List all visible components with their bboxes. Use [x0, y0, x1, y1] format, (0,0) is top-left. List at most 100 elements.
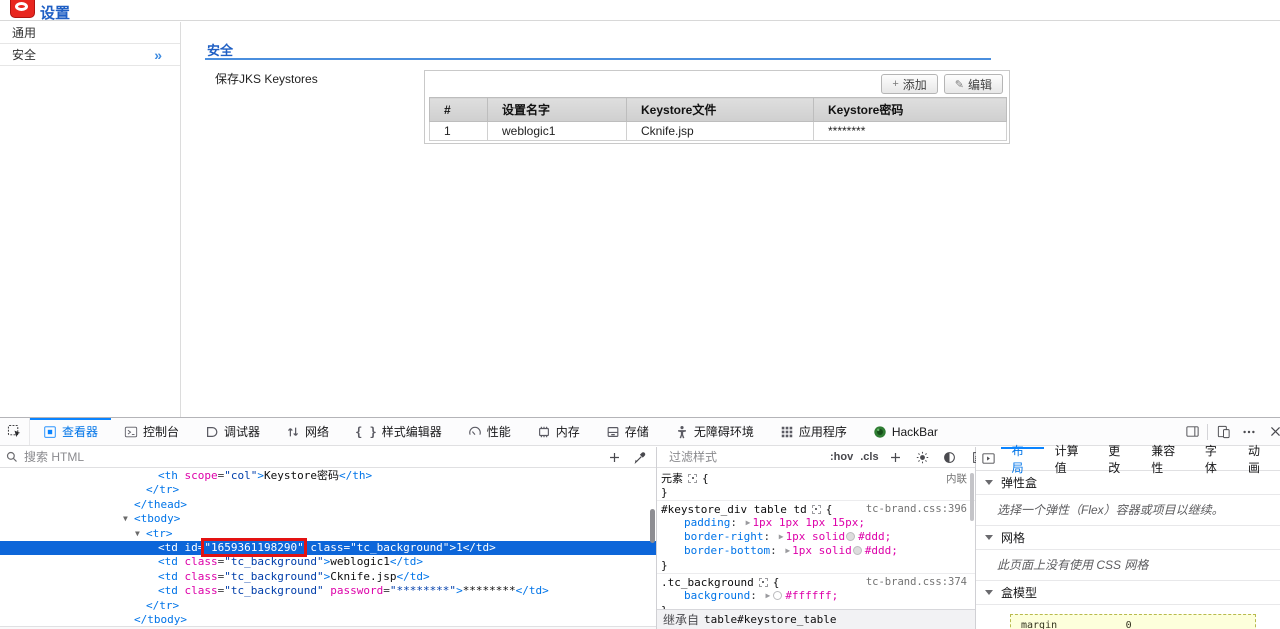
tab-animations[interactable]: 动画 [1237, 444, 1280, 475]
eyedropper-button[interactable] [630, 447, 650, 467]
tab-memory[interactable]: 内存 [524, 418, 593, 445]
markup-token: "tc_background" [350, 540, 450, 554]
open-brace: { [702, 471, 709, 485]
expander-icon[interactable]: ▶ [783, 546, 792, 555]
expander-icon[interactable]: ▶ [763, 591, 772, 600]
tab-debugger[interactable]: 调试器 [192, 418, 273, 445]
rules-list: 元素 { 内联 } #keystore_div table td { tc-br… [657, 468, 975, 617]
rules-scrollbar[interactable] [970, 473, 974, 521]
tab-inspector[interactable]: 查看器 [30, 418, 112, 445]
expander-icon[interactable]: ▶ [777, 532, 786, 541]
tab-layout[interactable]: 布局 [1000, 444, 1044, 475]
markup-token: <th [158, 469, 178, 482]
markup-line-selected[interactable]: <td id="1659361198290" class="tc_backgro… [0, 540, 656, 556]
highlight-selector-icon[interactable] [688, 473, 697, 483]
css-declaration[interactable]: border-bottom: ▶ 1px solid #ddd; [657, 544, 975, 558]
dock-side-button[interactable] [1179, 418, 1205, 445]
tab-accessibility[interactable]: 无障碍环境 [662, 418, 767, 445]
class-toggle[interactable]: .cls [860, 451, 878, 463]
twisty-icon[interactable]: ▼ [123, 512, 134, 526]
markup-token: <tbody> [134, 512, 181, 526]
rule-separator [657, 500, 975, 501]
markup-line[interactable]: ▼ <tbody> [0, 512, 656, 526]
boxmodel-section-header[interactable]: 盒模型 [976, 581, 1280, 605]
pseudo-class-toggle[interactable]: :hov [830, 451, 853, 463]
markup-token: Cknife.jsp [330, 569, 397, 583]
search-html-input[interactable] [24, 450, 598, 464]
sidebar-item-general[interactable]: 通用 [0, 22, 180, 44]
rule-header: .tc_background { tc-brand.css:374 [657, 575, 975, 589]
css-declaration[interactable]: border-right: ▶ 1px solid #ddd; [657, 530, 975, 544]
twisty-icon[interactable]: ▼ [135, 527, 146, 541]
tab-changes[interactable]: 更改 [1097, 444, 1140, 475]
add-button[interactable]: + 添加 [881, 74, 938, 94]
keystore-toolbar: + 添加 ✎ 编辑 [425, 71, 1009, 97]
markup-token: </tbody> [134, 612, 187, 626]
color-swatch[interactable] [773, 591, 783, 600]
pick-element-button[interactable] [0, 418, 30, 445]
table-row[interactable]: 1 weblogic1 Cknife.jsp ******** [429, 121, 1007, 141]
tab-computed[interactable]: 计算值 [1044, 444, 1098, 475]
section-underline [205, 58, 991, 60]
color-swatch[interactable] [846, 532, 856, 541]
markup-token: = [383, 584, 390, 598]
markup-token: </td> [515, 584, 549, 598]
light-theme-sim-button[interactable] [913, 447, 933, 467]
triangle-down-icon [985, 590, 993, 595]
accessibility-person-icon [675, 425, 689, 439]
css-declaration[interactable]: padding: ▶ 1px 1px 1px 15px; [657, 516, 975, 530]
cell-name: weblogic1 [487, 121, 627, 141]
markup-line[interactable]: ▼ <tr> [0, 527, 656, 541]
tab-fonts[interactable]: 字体 [1194, 444, 1237, 475]
highlight-selector-icon[interactable] [811, 504, 821, 514]
filter-styles-input[interactable] [669, 450, 824, 464]
tab-performance[interactable]: 性能 [455, 418, 524, 445]
tab-storage[interactable]: 存储 [593, 418, 662, 445]
tab-label: 应用程序 [798, 425, 847, 439]
tab-label: 控制台 [143, 425, 180, 439]
highlight-selector-icon[interactable] [758, 577, 768, 587]
rule-origin-inline[interactable]: 内联 [946, 471, 967, 486]
markup-line[interactable]: <td class="tc_background" password="****… [0, 584, 656, 598]
expand-sidebar-button[interactable] [976, 447, 1001, 470]
stylesheet-link[interactable]: tc-brand.css:374 [866, 576, 967, 588]
inherited-selector[interactable]: table#keystore_table [704, 613, 836, 626]
markup-line[interactable]: <th scope="col">Keystore密码</th> [0, 469, 656, 483]
sidebar-toggle-icon [982, 453, 995, 464]
markup-token: <td [158, 540, 178, 554]
tab-network[interactable]: 网络 [273, 418, 342, 445]
grid-empty-message: 此页面上没有使用 CSS 网格 [976, 550, 1280, 581]
markup-line[interactable]: <td class="tc_background">Cknife.jsp</td… [0, 570, 656, 584]
tab-console[interactable]: 控制台 [111, 418, 192, 445]
markup-line[interactable]: <td class="tc_background">weblogic1</td> [0, 555, 656, 569]
markup-line[interactable]: </tr> [0, 599, 656, 613]
markup-line[interactable]: </thead> [0, 498, 656, 512]
dark-theme-sim-button[interactable] [940, 447, 960, 467]
create-node-button[interactable] [604, 447, 624, 467]
rule-close: } [657, 558, 975, 572]
devtools: 查看器 控制台 调试器 网络 { } 样式编辑器 性能 内存 存储 无障碍环境 … [0, 417, 1280, 629]
boxmodel-margin-box[interactable]: margin 0 CSDN @jxggjoray [1010, 614, 1256, 629]
grid-section-header[interactable]: 网格 [976, 526, 1280, 550]
inspector-scrollbar[interactable] [650, 509, 655, 543]
markup-token: <td [158, 555, 178, 569]
css-declaration[interactable]: background: ▶ #ffffff; [657, 589, 975, 603]
sidebar-item-security[interactable]: 安全 » [0, 44, 180, 66]
tab-application[interactable]: 应用程序 [767, 418, 860, 445]
edit-button[interactable]: ✎ 编辑 [943, 74, 1003, 94]
plus-icon: + [892, 78, 899, 90]
add-rule-button[interactable] [886, 447, 906, 467]
margin-top-value[interactable]: 0 [1126, 620, 1132, 629]
rules-panel: :hov .cls [657, 447, 981, 629]
inherited-label: 继承自 [663, 613, 700, 627]
tab-compatibility[interactable]: 兼容性 [1140, 444, 1194, 475]
tab-label: 存储 [624, 425, 649, 439]
tab-hackbar[interactable]: HackBar [860, 418, 951, 445]
markup-line[interactable]: </tr> [0, 483, 656, 497]
markup-token: </td> [462, 540, 496, 554]
color-swatch[interactable] [852, 546, 862, 555]
eyedropper-icon [634, 451, 645, 464]
stylesheet-link[interactable]: tc-brand.css:396 [866, 503, 967, 515]
tab-label: 查看器 [62, 425, 99, 439]
tab-style-editor[interactable]: { } 样式编辑器 [342, 418, 455, 445]
